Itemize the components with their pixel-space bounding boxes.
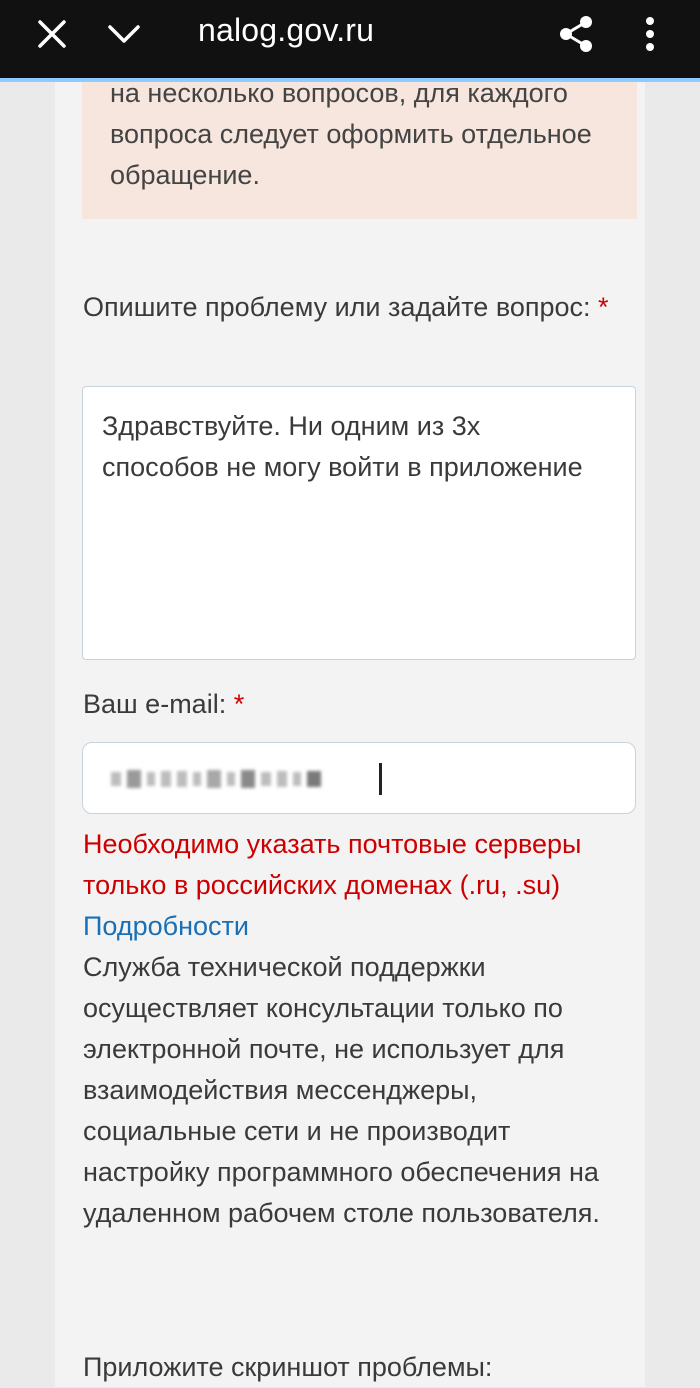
question-label: Опишите проблему или задайте вопрос: *: [83, 287, 623, 328]
page-load-progress: [0, 78, 700, 82]
url-text[interactable]: nalog.gov.ru: [198, 10, 374, 50]
notice-box: на несколько вопросов, для каждого вопро…: [82, 78, 637, 219]
email-label-text: Ваш e-mail:: [83, 689, 227, 719]
question-textarea[interactable]: Здравствуйте. Ни одним из 3х способов не…: [82, 386, 636, 660]
question-textarea-value: Здравствуйте. Ни одним из 3х способов не…: [102, 411, 583, 482]
text-caret: [379, 763, 382, 795]
form-container: на несколько вопросов, для каждого вопро…: [55, 78, 645, 1387]
support-info-text: Служба технической поддержки осуществляе…: [83, 952, 600, 1228]
close-icon: [38, 20, 66, 48]
details-link[interactable]: Подробности: [83, 906, 249, 947]
email-label: Ваш e-mail: *: [83, 684, 623, 725]
share-button[interactable]: [548, 6, 604, 62]
email-error-message: Необходимо указать почтовые серверы толь…: [83, 829, 582, 900]
share-icon: [560, 16, 592, 52]
chevron-down-button[interactable]: [96, 6, 152, 62]
more-vertical-icon: [646, 17, 654, 51]
more-options-button[interactable]: [622, 6, 678, 62]
browser-toolbar: nalog.gov.ru: [0, 0, 700, 82]
required-mark: *: [233, 689, 245, 719]
chevron-down-icon: [108, 25, 140, 43]
notice-text: на несколько вопросов, для каждого вопро…: [110, 78, 592, 190]
redacted-email-value: [111, 765, 321, 793]
required-mark: *: [598, 292, 609, 322]
screenshot-label: Приложите скриншот проблемы:: [83, 1352, 493, 1382]
email-input[interactable]: [82, 742, 636, 814]
question-label-text: Опишите проблему или задайте вопрос:: [83, 292, 591, 322]
close-button[interactable]: [24, 6, 80, 62]
